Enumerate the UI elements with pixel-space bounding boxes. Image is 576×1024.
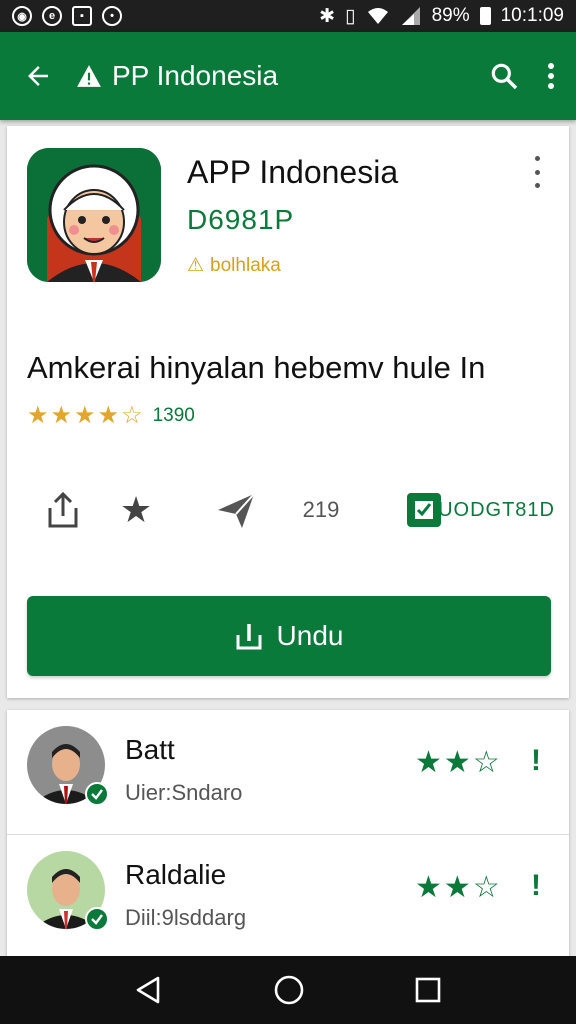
report-flag-icon[interactable]: ! bbox=[531, 869, 541, 903]
rating-stars: ★ ★ ★ ★ ☆ bbox=[27, 404, 143, 428]
check-icon bbox=[407, 493, 441, 527]
star-outline-icon: ☆ bbox=[472, 746, 500, 779]
navigation-bar bbox=[0, 956, 576, 1024]
review-item[interactable]: Raldalie Diil:9lsddarg ★ ★ ☆ ! bbox=[7, 834, 569, 958]
signal-icon bbox=[401, 7, 420, 25]
star-icon: ★ bbox=[27, 402, 49, 429]
rating-count: 1390 bbox=[152, 405, 195, 426]
wishlist-button[interactable]: ★ bbox=[91, 489, 181, 531]
page-title: PP Indonesia bbox=[112, 60, 279, 91]
verified-icon bbox=[85, 782, 109, 806]
notification-icon: ◉ bbox=[12, 6, 32, 26]
installed-checkbox[interactable] bbox=[351, 493, 441, 527]
review-stars: ★ ★ ☆ bbox=[415, 748, 500, 778]
half-star-icon: ☆ bbox=[121, 402, 143, 429]
send-icon bbox=[218, 493, 255, 528]
clock: 10:1:09 bbox=[500, 5, 564, 26]
more-vert-icon[interactable] bbox=[546, 61, 556, 91]
star-icon: ★ bbox=[74, 402, 96, 429]
download-button[interactable]: Undu bbox=[27, 596, 551, 676]
verified-icon bbox=[85, 907, 109, 931]
review-item[interactable]: Batt Uier:Sndaro ★ ★ ☆ ! bbox=[7, 710, 569, 834]
vibrate-icon: ▯ bbox=[345, 5, 356, 27]
avatar[interactable] bbox=[27, 851, 109, 931]
installed-label: UODGT81D bbox=[438, 498, 555, 521]
reviewer-name: Batt bbox=[125, 734, 175, 765]
rating-row: ★ ★ ★ ★ ☆ 1390 bbox=[27, 404, 195, 428]
app-icon[interactable] bbox=[27, 148, 161, 282]
review-stars: ★ ★ ☆ bbox=[415, 873, 500, 903]
badge-icon: ⚠ bbox=[187, 255, 205, 276]
editors-badge: ⚠ bolhlaka bbox=[187, 254, 281, 277]
warning-icon bbox=[77, 65, 101, 87]
card-menu-icon[interactable] bbox=[525, 156, 549, 188]
star-icon: ★ bbox=[50, 402, 73, 429]
star-icon: ★ bbox=[97, 402, 120, 429]
action-row: ★ 219 UODGT81D bbox=[35, 486, 555, 534]
report-flag-icon[interactable]: ! bbox=[531, 744, 541, 778]
back-button[interactable] bbox=[0, 61, 76, 91]
app-detail-card: APP Indonesia D6981P ⚠ bolhlaka Amkerai … bbox=[7, 126, 569, 698]
news-icon: ▪ bbox=[72, 6, 92, 26]
chat-icon: e bbox=[42, 6, 62, 26]
star-icon: ★ bbox=[443, 746, 471, 779]
home-nav-icon[interactable] bbox=[273, 974, 305, 1006]
search-icon[interactable] bbox=[488, 60, 520, 92]
star-icon: ★ bbox=[415, 871, 442, 904]
app-name: APP Indonesia bbox=[187, 154, 399, 190]
download-icon bbox=[236, 624, 262, 650]
star-icon: ★ bbox=[415, 746, 442, 779]
recents-nav-icon[interactable] bbox=[414, 976, 442, 1004]
wifi-icon bbox=[367, 8, 388, 24]
battery-icon bbox=[479, 7, 491, 25]
app-description: Amkerai hinyalan hebemv hule In bbox=[27, 350, 486, 385]
avatar[interactable] bbox=[27, 726, 109, 806]
arrow-back-icon bbox=[28, 66, 48, 86]
badge-label: bolhlaka bbox=[210, 254, 281, 276]
share-button[interactable] bbox=[35, 490, 91, 530]
installs-count: 219 bbox=[302, 497, 340, 522]
star-outline-icon: ★ bbox=[119, 489, 153, 530]
reviews-card: Batt Uier:Sndaro ★ ★ ☆ ! Raldalie Diil:9… bbox=[7, 710, 569, 960]
reviewer-subtitle: Uier:Sndaro bbox=[125, 780, 243, 805]
bluetooth-icon: ✱ bbox=[319, 5, 336, 27]
star-outline-icon: ☆ bbox=[472, 871, 500, 904]
reviewer-name: Raldalie bbox=[125, 859, 227, 890]
download-label: Undu bbox=[276, 620, 344, 651]
developer-name[interactable]: D6981P bbox=[187, 204, 294, 236]
mascot-icon bbox=[27, 148, 161, 282]
send-button[interactable] bbox=[181, 490, 291, 530]
status-bar: ◉ e ▪ • ✱ ▯ 89% 10:1:09 bbox=[0, 0, 576, 32]
app-bar: PP Indonesia bbox=[0, 32, 576, 120]
back-nav-icon[interactable] bbox=[134, 975, 164, 1005]
message-icon: • bbox=[102, 6, 122, 26]
share-icon bbox=[48, 491, 78, 528]
star-icon: ★ bbox=[443, 871, 471, 904]
battery-text: 89% bbox=[431, 5, 470, 26]
reviewer-subtitle: Diil:9lsddarg bbox=[125, 905, 247, 930]
